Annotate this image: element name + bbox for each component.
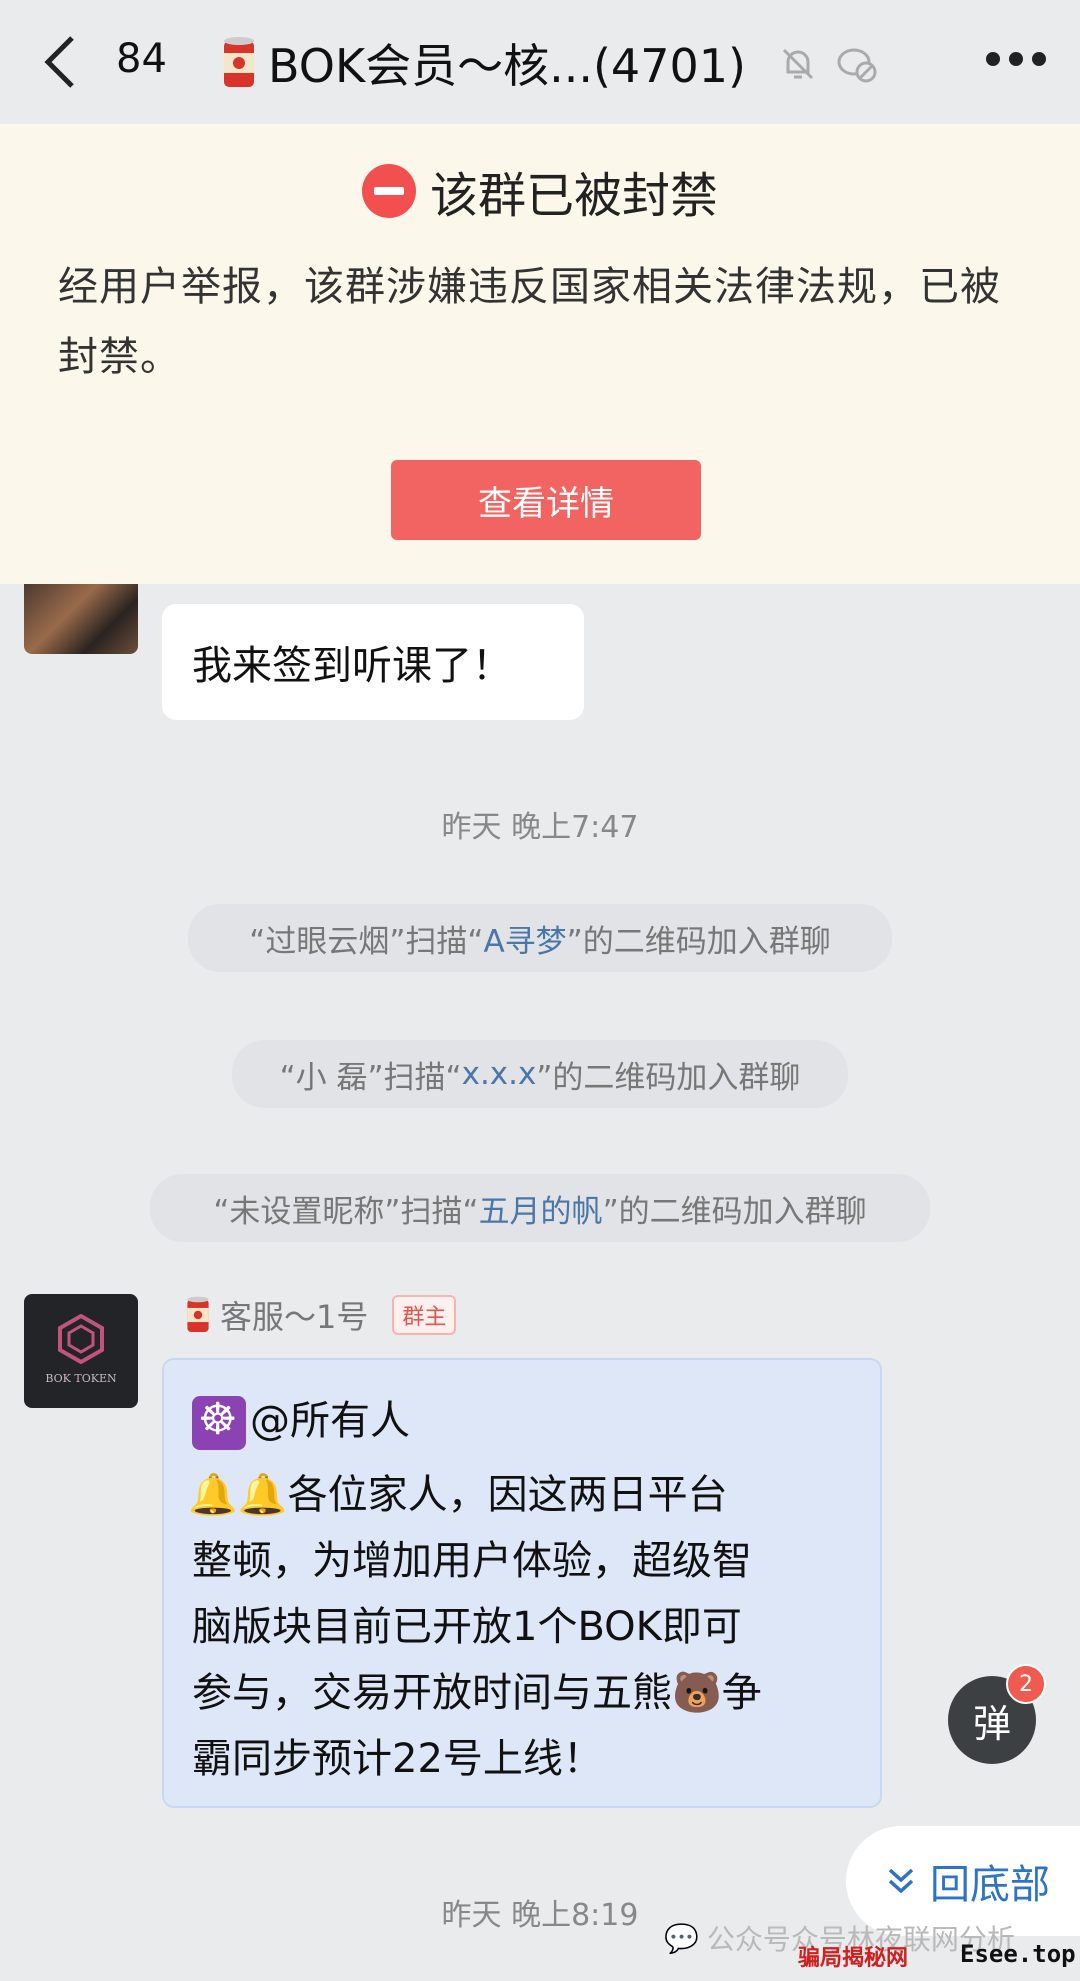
message-bubble[interactable]: @所有人 🔔🔔各位家人，因这两日平台 整顿，为增加用户体验，超级智 脑版块目前已… [162, 1358, 882, 1808]
system-message: “过眼云烟”扫描“ A寻梦 ”的二维码加入群聊 [188, 904, 892, 972]
owner-badge: 群主 [392, 1295, 457, 1335]
prohibited-icon [361, 164, 416, 218]
inviter-link[interactable]: 五月的帆 [479, 1186, 603, 1231]
system-message: “小 磊”扫描“ x.x.x ”的二维码加入群聊 [232, 1040, 848, 1108]
message-line: @所有人 [192, 1388, 410, 1450]
tin-can-icon [224, 37, 254, 87]
group-title: BOK会员～核...(4701) [268, 39, 746, 93]
system-text: ”的二维码加入群聊 [602, 1193, 867, 1230]
wechat-icon: 💬 [664, 1921, 699, 1955]
avatar-logo-text: BOK TOKEN [45, 1372, 117, 1385]
watermark-site-cn: 骗局揭秘网 [798, 1946, 909, 1971]
timestamp: 昨天 晚上7:47 [441, 810, 639, 845]
avatar[interactable] [24, 584, 138, 654]
tin-can-icon [187, 1296, 209, 1332]
chat-disabled-icon [837, 48, 877, 83]
double-chevron-down-icon [888, 1868, 914, 1894]
mention-all: @所有人 [250, 1398, 410, 1444]
sender-row: 客服～1号 群主 [186, 1292, 457, 1338]
bok-logo-icon [58, 1314, 104, 1364]
message-line: 脑版块目前已开放1个BOK即可 [192, 1604, 742, 1650]
ban-title: 该群已被封禁 [429, 168, 718, 224]
unread-count[interactable]: 84 [116, 36, 167, 82]
view-details-button[interactable]: 查看详情 [391, 460, 701, 540]
group-title-area[interactable]: BOK会员～核...(4701) [222, 30, 746, 96]
dharma-wheel-icon [192, 1394, 246, 1450]
mute-bell-icon [782, 48, 814, 80]
watermark-site: Esee.top [960, 1940, 1076, 1968]
back-arrow-icon[interactable] [40, 34, 80, 90]
ban-title-row: 该群已被封禁 [0, 156, 1080, 226]
system-text: ”的二维码加入群聊 [536, 1059, 801, 1096]
message-line: 整顿，为增加用户体验，超级智 [192, 1538, 752, 1584]
message-line: 霸同步预计22号上线！ [192, 1736, 603, 1782]
inviter-link[interactable]: x.x.x [462, 1056, 537, 1092]
chat-header: 84 BOK会员～核...(4701) [0, 0, 1080, 124]
system-message: “未设置昵称”扫描“ 五月的帆 ”的二维码加入群聊 [150, 1174, 930, 1242]
message-line: 参与，交易开放时间与五熊🐻争 [192, 1670, 762, 1716]
ban-description: 经用户举报，该群涉嫌违反国家相关法律法规，已被封禁。 [58, 264, 1001, 380]
system-text: “小 磊”扫描“ [279, 1059, 462, 1096]
system-text: “未设置昵称”扫描“ [213, 1193, 479, 1230]
message-bubble[interactable]: 我来签到听课了！ [162, 604, 584, 720]
message-line: 🔔🔔各位家人，因这两日平台 [188, 1472, 728, 1518]
system-text: ”的二维码加入群聊 [566, 923, 831, 960]
ban-notice-panel: 该群已被封禁 经用户举报，该群涉嫌违反国家相关法律法规，已被封禁。 查看详情 [0, 124, 1080, 584]
system-text: “过眼云烟”扫描“ [249, 923, 484, 960]
avatar[interactable]: BOK TOKEN [24, 1294, 138, 1408]
message-text: 我来签到听课了！ [192, 643, 512, 689]
sender-name[interactable]: 客服～1号 [220, 1292, 368, 1338]
back-to-bottom-label: 回底部 [930, 1862, 1050, 1908]
inviter-link[interactable]: A寻梦 [483, 916, 566, 961]
popup-count-badge: 2 [1006, 1664, 1046, 1704]
more-options-icon[interactable] [986, 46, 1048, 72]
